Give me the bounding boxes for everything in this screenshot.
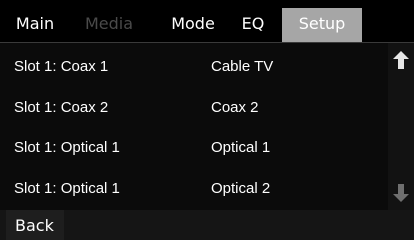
source-name: Cable TV — [211, 58, 274, 75]
source-name: Coax 2 — [211, 99, 259, 116]
arrow-up-icon — [393, 51, 409, 69]
list-item[interactable]: Slot 1: Optical 1 Optical 1 — [0, 128, 388, 168]
slot-label: Slot 1: Coax 1 — [14, 58, 109, 75]
slot-label: Slot 1: Optical 1 — [14, 180, 120, 197]
scrollbar[interactable] — [388, 43, 414, 210]
tab-eq[interactable]: EQ — [232, 8, 274, 42]
scroll-down-button[interactable] — [388, 176, 414, 210]
tab-setup[interactable]: Setup — [282, 8, 362, 42]
slot-label: Slot 1: Optical 1 — [14, 139, 120, 156]
source-name: Optical 2 — [211, 180, 271, 197]
back-button[interactable]: Back — [6, 210, 64, 240]
footer-bar: Back — [0, 210, 414, 240]
list-item[interactable]: Slot 1: Optical 1 Optical 2 — [0, 169, 388, 209]
tab-mode[interactable]: Mode — [166, 8, 220, 42]
slot-label: Slot 1: Coax 2 — [14, 99, 109, 116]
tab-media: Media — [84, 14, 134, 33]
arrow-down-icon — [393, 184, 409, 202]
scroll-up-button[interactable] — [388, 43, 414, 77]
tab-bar: Main Media Mode EQ Setup — [0, 0, 414, 42]
setup-screen: Main Media Mode EQ Setup Slot 1: Coax 1 … — [0, 0, 414, 240]
list-item[interactable]: Slot 1: Coax 2 Coax 2 — [0, 88, 388, 128]
list-item[interactable]: Slot 1: Coax 1 Cable TV — [0, 47, 388, 87]
source-name: Optical 1 — [211, 139, 271, 156]
tab-main[interactable]: Main — [10, 8, 60, 42]
input-assignment-list: Slot 1: Coax 1 Cable TV Slot 1: Coax 2 C… — [0, 43, 388, 210]
